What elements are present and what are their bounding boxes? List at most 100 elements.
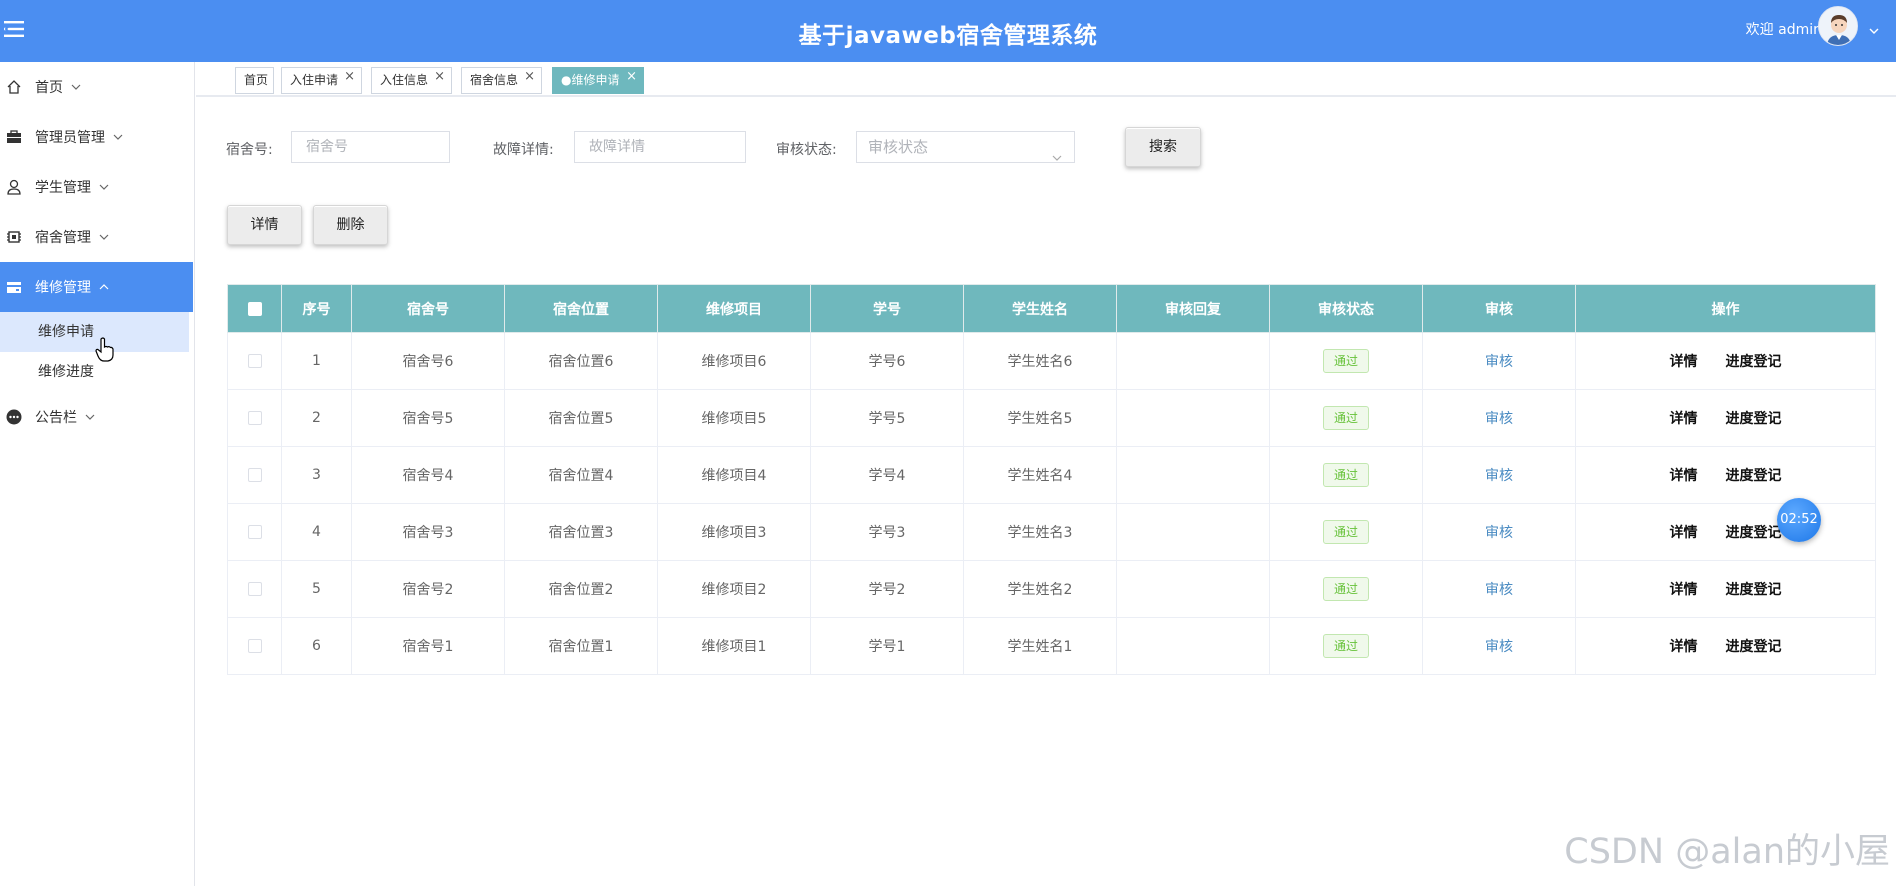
audit-link[interactable]: 审核 <box>1485 525 1513 541</box>
row-checkbox[interactable] <box>247 354 262 368</box>
chevron-up-icon <box>99 282 109 292</box>
tab-home[interactable]: 首页 <box>235 67 274 94</box>
cell-location: 宿舍位置3 <box>504 503 658 561</box>
cell-item: 维修项目5 <box>657 389 811 447</box>
progress-register-link[interactable]: 进度登记 <box>1726 582 1782 598</box>
chevron-down-icon <box>113 132 123 142</box>
tab-checkin-info[interactable]: 入住信息 × <box>371 67 452 94</box>
tab-label: 首页 <box>244 73 269 87</box>
row-checkbox[interactable] <box>247 582 262 596</box>
status-badge: 通过 <box>1322 349 1369 373</box>
cell-item: 维修项目2 <box>657 560 811 618</box>
table-row: 6 宿舍号1 宿舍位置1 维修项目1 学号1 学生姓名1 通过 审核 详情 进度登… <box>227 617 1876 675</box>
cell-no: 6 <box>281 617 352 675</box>
progress-register-link[interactable]: 进度登记 <box>1726 525 1782 541</box>
cell-name: 学生姓名4 <box>963 446 1117 504</box>
cell-dorm: 宿舍号6 <box>351 332 505 390</box>
close-icon[interactable]: × <box>626 64 637 89</box>
table-header-row: 序号 宿舍号 宿舍位置 维修项目 学号 学生姓名 审核回复 审核状态 审核 操作 <box>227 284 1876 333</box>
audit-link[interactable]: 审核 <box>1485 411 1513 427</box>
chevron-down-icon <box>71 82 81 92</box>
sidebar-item-maintenance[interactable]: 维修管理 <box>0 262 193 312</box>
hand-cursor-icon <box>95 337 115 363</box>
progress-register-link[interactable]: 进度登记 <box>1726 354 1782 370</box>
tab-label: 入住申请 <box>290 73 339 87</box>
table-row: 1 宿舍号6 宿舍位置6 维修项目6 学号6 学生姓名6 通过 审核 详情 进度登… <box>227 332 1876 390</box>
avatar[interactable] <box>1818 6 1858 46</box>
close-icon[interactable]: × <box>434 64 445 89</box>
detail-link[interactable]: 详情 <box>1670 639 1698 655</box>
cell-location: 宿舍位置2 <box>504 560 658 618</box>
cell-student-id: 学号3 <box>810 503 964 561</box>
cell-item: 维修项目4 <box>657 446 811 504</box>
cell-location: 宿舍位置6 <box>504 332 658 390</box>
close-icon[interactable]: × <box>344 64 355 89</box>
sidebar-item-label: 管理员管理 <box>35 130 105 146</box>
chip-icon <box>6 229 22 245</box>
sidebar-item-students[interactable]: 学生管理 <box>0 162 193 212</box>
table-row: 4 宿舍号3 宿舍位置3 维修项目3 学号3 学生姓名3 通过 审核 详情 进度登… <box>227 503 1876 561</box>
cell-item: 维修项目1 <box>657 617 811 675</box>
floating-timer[interactable]: 02:52 <box>1777 498 1821 542</box>
cell-name: 学生姓名1 <box>963 617 1117 675</box>
fault-label: 故障详情: <box>493 142 554 158</box>
chevron-down-icon <box>85 412 95 422</box>
column-header: 序号 <box>281 284 352 333</box>
status-badge: 通过 <box>1322 463 1369 487</box>
audit-link[interactable]: 审核 <box>1485 468 1513 484</box>
select-all-checkbox[interactable] <box>247 301 262 316</box>
cell-reply <box>1116 503 1270 561</box>
sidebar-item-label: 首页 <box>35 80 63 96</box>
watermark: CSDN @alan的小屋 <box>1564 832 1890 872</box>
sidebar-item-admin[interactable]: 管理员管理 <box>0 112 193 162</box>
cell-item: 维修项目3 <box>657 503 811 561</box>
detail-link[interactable]: 详情 <box>1670 411 1698 427</box>
detail-link[interactable]: 详情 <box>1670 582 1698 598</box>
detail-link[interactable]: 详情 <box>1670 354 1698 370</box>
cell-reply <box>1116 446 1270 504</box>
status-select[interactable]: 审核状态 <box>856 131 1075 163</box>
status-badge: 通过 <box>1322 406 1369 430</box>
progress-register-link[interactable]: 进度登记 <box>1726 468 1782 484</box>
audit-link[interactable]: 审核 <box>1485 639 1513 655</box>
row-checkbox[interactable] <box>247 639 262 653</box>
detail-link[interactable]: 详情 <box>1670 525 1698 541</box>
cell-reply <box>1116 389 1270 447</box>
sidebar-item-home[interactable]: 首页 <box>0 62 193 112</box>
sidebar: 首页 管理员管理 学生管理 宿舍管理 维修管理 维修申请 维修进度 公告栏 <box>0 62 195 886</box>
column-header: 维修项目 <box>657 284 811 333</box>
cell-reply <box>1116 560 1270 618</box>
menu-toggle-icon[interactable] <box>4 20 24 38</box>
progress-register-link[interactable]: 进度登记 <box>1726 639 1782 655</box>
column-header: 审核回复 <box>1116 284 1270 333</box>
chevron-down-icon <box>1052 143 1062 161</box>
row-checkbox[interactable] <box>247 411 262 425</box>
tab-repair-request[interactable]: ●维修申请 × <box>552 67 644 94</box>
fault-input[interactable] <box>574 131 746 163</box>
row-checkbox[interactable] <box>247 468 262 482</box>
cell-item: 维修项目6 <box>657 332 811 390</box>
delete-button[interactable]: 删除 <box>313 205 388 245</box>
detail-link[interactable]: 详情 <box>1670 468 1698 484</box>
row-checkbox[interactable] <box>247 525 262 539</box>
search-button[interactable]: 搜索 <box>1125 127 1201 167</box>
detail-button[interactable]: 详情 <box>227 205 302 245</box>
tabs-bar: 首页 入住申请 × 入住信息 × 宿舍信息 × ●维修申请 × <box>196 62 1896 97</box>
column-header: 审核状态 <box>1269 284 1423 333</box>
dorm-input[interactable] <box>291 131 450 163</box>
tab-dorm-info[interactable]: 宿舍信息 × <box>461 67 542 94</box>
progress-register-link[interactable]: 进度登记 <box>1726 411 1782 427</box>
cell-dorm: 宿舍号2 <box>351 560 505 618</box>
cell-no: 4 <box>281 503 352 561</box>
cell-no: 5 <box>281 560 352 618</box>
audit-link[interactable]: 审核 <box>1485 582 1513 598</box>
close-icon[interactable]: × <box>524 64 535 89</box>
app-title: 基于javaweb宿舍管理系统 <box>798 23 1098 49</box>
cell-dorm: 宿舍号5 <box>351 389 505 447</box>
cell-no: 1 <box>281 332 352 390</box>
tab-checkin-request[interactable]: 入住申请 × <box>281 67 362 94</box>
audit-link[interactable]: 审核 <box>1485 354 1513 370</box>
user-menu-chevron-icon[interactable] <box>1868 22 1880 34</box>
sidebar-item-dorms[interactable]: 宿舍管理 <box>0 212 193 262</box>
sidebar-item-notices[interactable]: 公告栏 <box>0 392 193 442</box>
